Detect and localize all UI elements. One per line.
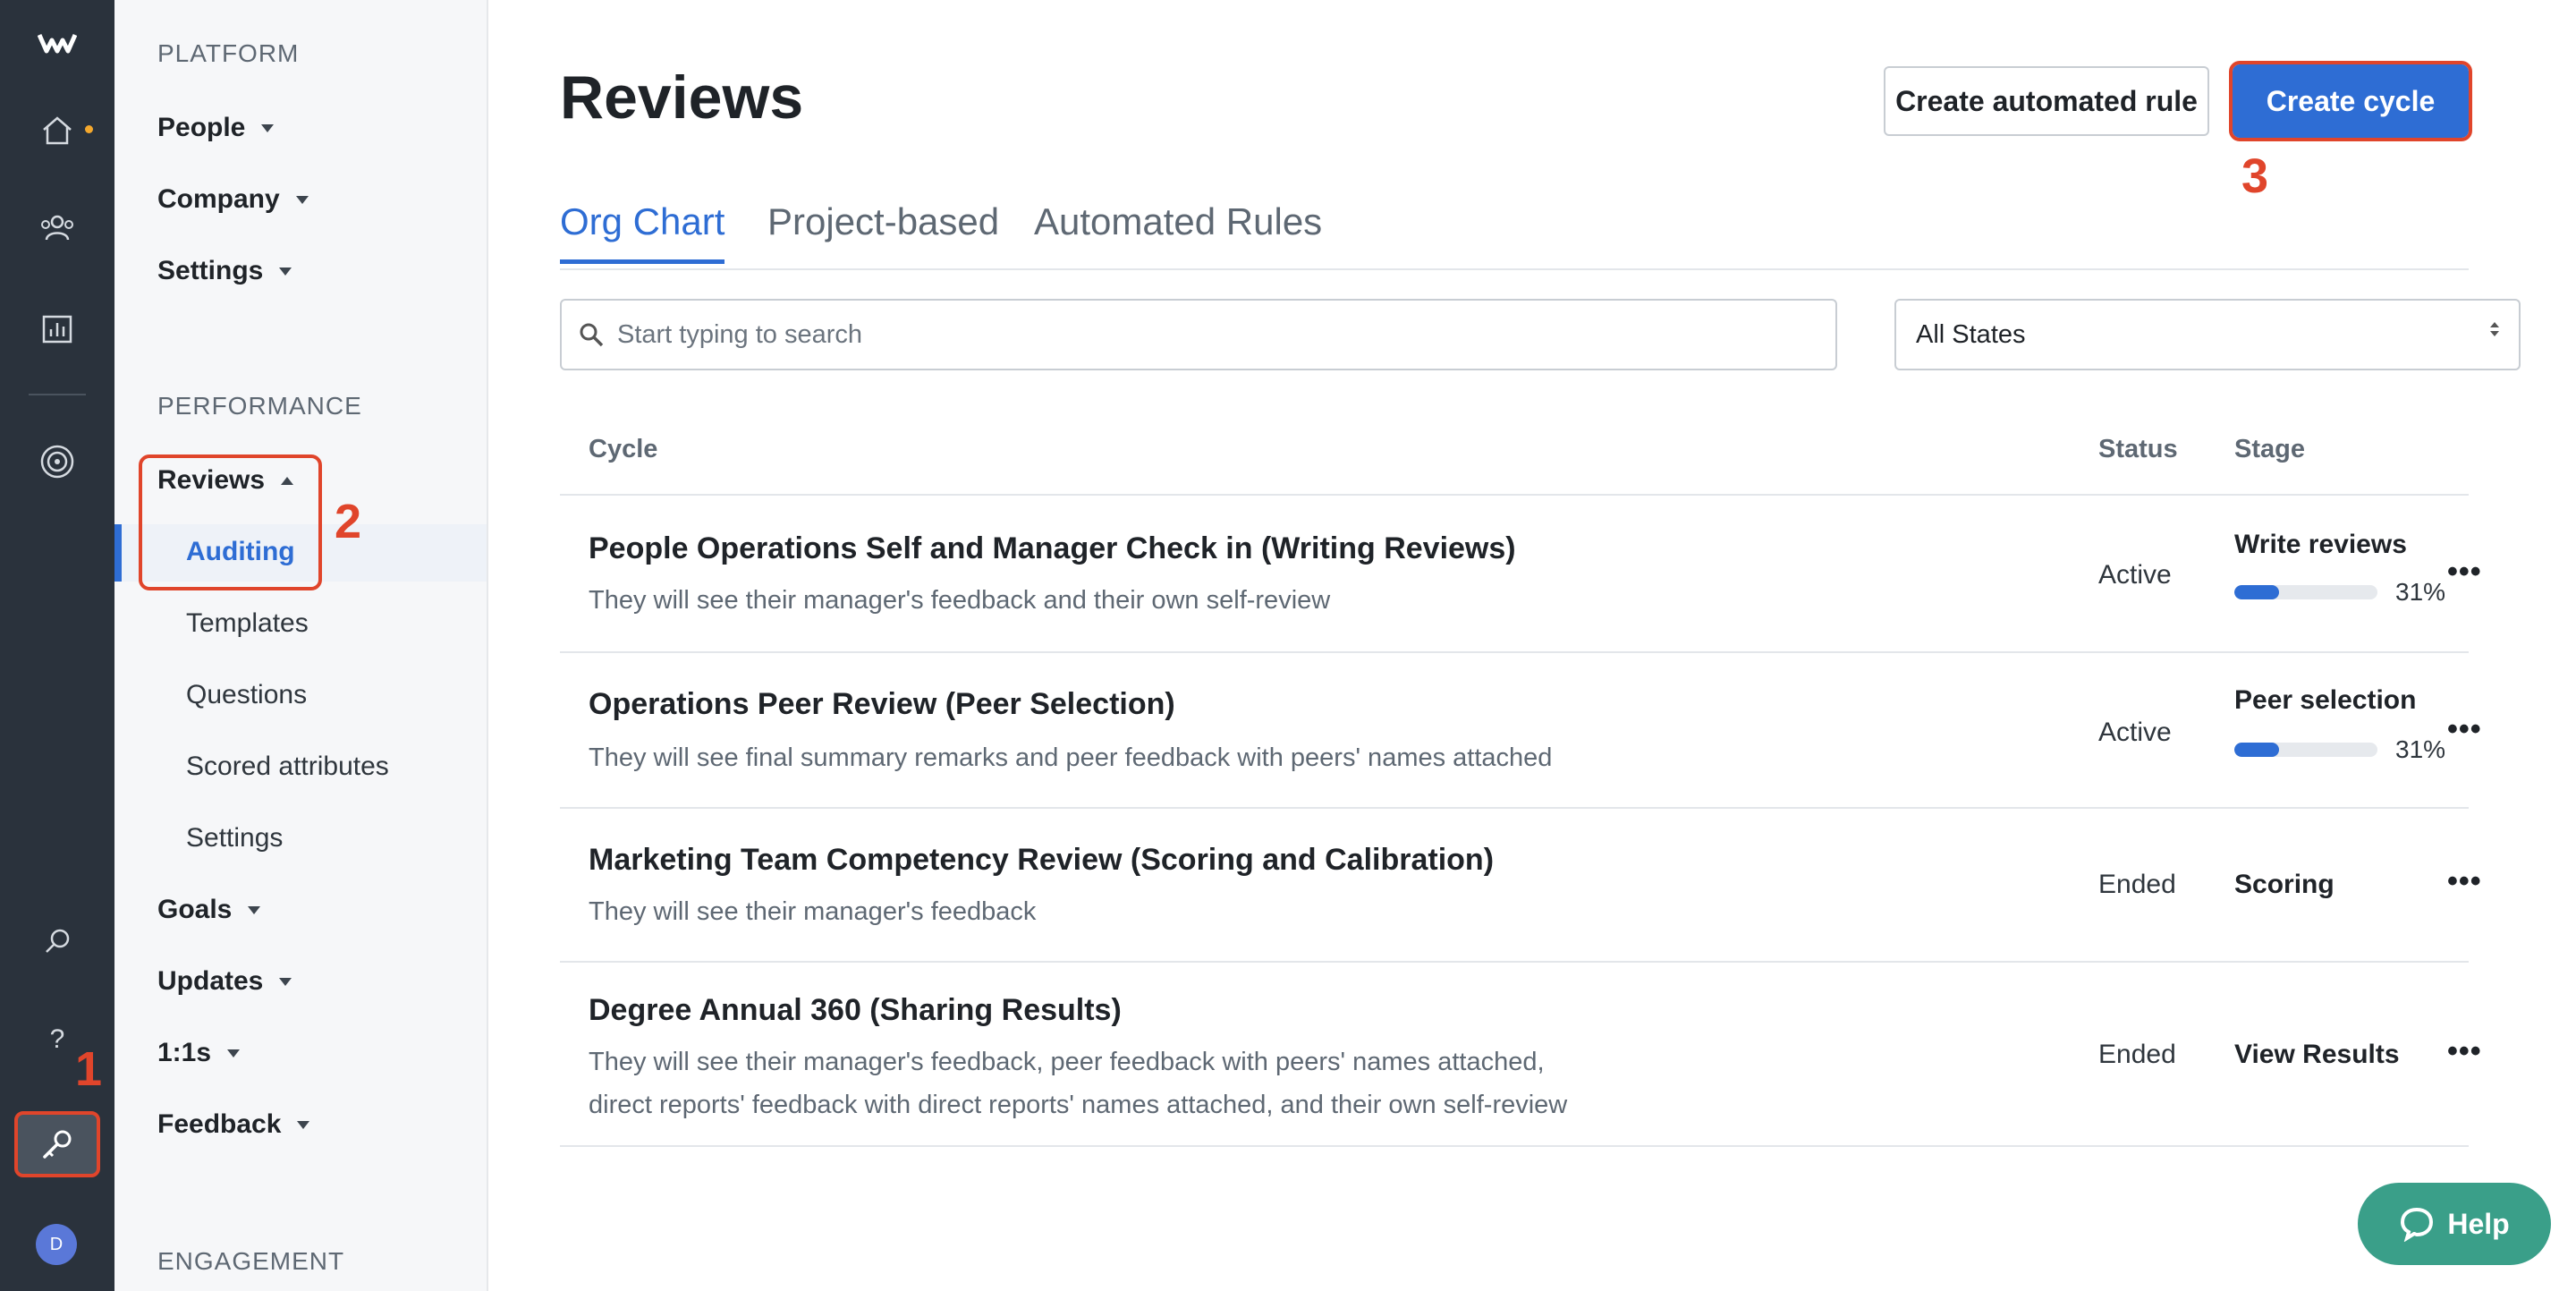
progress-fill — [2234, 585, 2279, 599]
table-row[interactable]: People Operations Self and Manager Check… — [560, 496, 2481, 653]
tab-org-chart[interactable]: Org Chart — [560, 200, 725, 264]
table-row[interactable]: Operations Peer Review (Peer Selection) … — [560, 653, 2481, 809]
side-nav: PLATFORM People Company Settings PERFORM… — [114, 0, 488, 1291]
caret-down-icon — [261, 123, 275, 132]
progress-label: 31% — [2395, 735, 2446, 763]
table-header: Cycle Status Stage — [560, 415, 2469, 496]
avatar[interactable]: D — [36, 1224, 77, 1265]
more-actions-icon[interactable]: ••• — [2447, 864, 2482, 899]
more-actions-icon[interactable]: ••• — [2447, 1034, 2482, 1069]
nav-reviews-questions[interactable]: Questions — [186, 680, 307, 710]
section-engagement: ENGAGEMENT — [157, 1247, 345, 1275]
cycle-title[interactable]: Operations Peer Review (Peer Selection) — [589, 687, 1175, 722]
create-automated-rule-button[interactable]: Create automated rule — [1884, 66, 2209, 136]
search-field[interactable] — [560, 299, 1837, 370]
cycle-title[interactable]: People Operations Self and Manager Check… — [589, 531, 1516, 566]
section-performance: PERFORMANCE — [157, 392, 362, 420]
nav-reviews-settings[interactable]: Settings — [186, 823, 283, 854]
nav-company[interactable]: Company — [157, 184, 309, 215]
cycle-title[interactable]: Degree Annual 360 (Sharing Results) — [589, 993, 1122, 1028]
cycle-status: Ended — [2098, 870, 2176, 899]
state-select[interactable]: All States — [1894, 299, 2521, 370]
cycle-description: They will see their manager's feedback, … — [589, 1048, 1545, 1076]
page-title: Reviews — [560, 64, 804, 132]
tab-project-based[interactable]: Project-based — [767, 200, 999, 243]
more-actions-icon[interactable]: ••• — [2447, 712, 2482, 747]
cycle-description: They will see their manager's feedback — [589, 897, 1037, 926]
cycle-stage: Scoring — [2234, 870, 2334, 899]
progress-fill — [2234, 743, 2279, 757]
app: ? D 1 PLATFORM People Company Settings P… — [0, 0, 2576, 1291]
chat-bubble-icon — [2401, 1207, 2434, 1242]
cycle-stage[interactable]: View Results — [2234, 1040, 2400, 1070]
notification-dot — [85, 125, 93, 133]
more-actions-icon[interactable]: ••• — [2447, 555, 2482, 590]
caret-down-icon — [279, 267, 292, 276]
column-stage: Stage — [2234, 435, 2305, 463]
annotation-highlight-box — [139, 454, 322, 590]
cycle-status: Ended — [2098, 1040, 2176, 1069]
caret-down-icon — [248, 905, 261, 914]
nav-one-on-ones[interactable]: 1:1s — [157, 1038, 241, 1068]
search-icon — [580, 323, 604, 347]
help-label: Help — [2447, 1207, 2510, 1240]
select-arrows-icon — [2490, 322, 2499, 336]
annotation-2: 2 — [335, 495, 362, 548]
stage-progress-bar — [2234, 585, 2377, 599]
logo-icon[interactable] — [29, 14, 86, 72]
cycle-description: They will see final summary remarks and … — [589, 743, 1553, 772]
annotation-1: 1 — [75, 1042, 103, 1096]
cycle-description-line-2: direct reports' feedback with direct rep… — [589, 1091, 1568, 1119]
cycle-stage: Write reviews — [2234, 530, 2407, 559]
section-platform: PLATFORM — [157, 39, 300, 67]
search-input[interactable] — [617, 319, 1780, 350]
cycle-status: Active — [2098, 560, 2172, 590]
home-icon[interactable] — [29, 102, 86, 159]
cycle-title[interactable]: Marketing Team Competency Review (Scorin… — [589, 843, 1494, 878]
create-cycle-button[interactable]: Create cycle — [2229, 61, 2472, 141]
active-item-indicator — [114, 524, 122, 582]
nav-goals[interactable]: Goals — [157, 895, 261, 925]
analytics-icon[interactable] — [29, 301, 86, 358]
nav-reviews-scored-attributes[interactable]: Scored attributes — [186, 752, 389, 782]
nav-people[interactable]: People — [157, 113, 275, 143]
caret-down-icon — [297, 1120, 310, 1129]
help-button[interactable]: Help — [2358, 1183, 2551, 1265]
caret-down-icon — [227, 1049, 241, 1057]
cycle-stage: Peer selection — [2234, 685, 2417, 715]
state-select-value: All States — [1916, 319, 2026, 349]
stage-progress-bar — [2234, 743, 2377, 757]
cycle-status: Active — [2098, 718, 2172, 747]
nav-updates[interactable]: Updates — [157, 966, 292, 997]
admin-wrench-icon[interactable] — [14, 1111, 100, 1177]
column-status: Status — [2098, 435, 2178, 463]
progress-label: 31% — [2395, 578, 2446, 606]
icon-rail: ? D — [0, 0, 114, 1291]
nav-feedback[interactable]: Feedback — [157, 1109, 310, 1140]
people-icon[interactable] — [29, 199, 86, 256]
target-icon[interactable] — [29, 433, 86, 490]
search-icon[interactable] — [29, 913, 86, 970]
tab-bar: Org Chart Project-based Automated Rules — [560, 188, 2469, 270]
rail-divider — [29, 394, 86, 395]
cycle-description: They will see their manager's feedback a… — [589, 586, 1331, 615]
table-row[interactable]: Marketing Team Competency Review (Scorin… — [560, 809, 2481, 963]
caret-down-icon — [279, 977, 292, 986]
main-content: Reviews Create automated rule Create cyc… — [488, 0, 2576, 1291]
caret-down-icon — [295, 195, 309, 204]
table-row[interactable]: Degree Annual 360 (Sharing Results) They… — [560, 963, 2481, 1147]
tab-automated-rules[interactable]: Automated Rules — [1034, 200, 1322, 243]
column-cycle: Cycle — [589, 435, 658, 463]
nav-settings[interactable]: Settings — [157, 256, 292, 286]
nav-reviews-templates[interactable]: Templates — [186, 608, 309, 639]
